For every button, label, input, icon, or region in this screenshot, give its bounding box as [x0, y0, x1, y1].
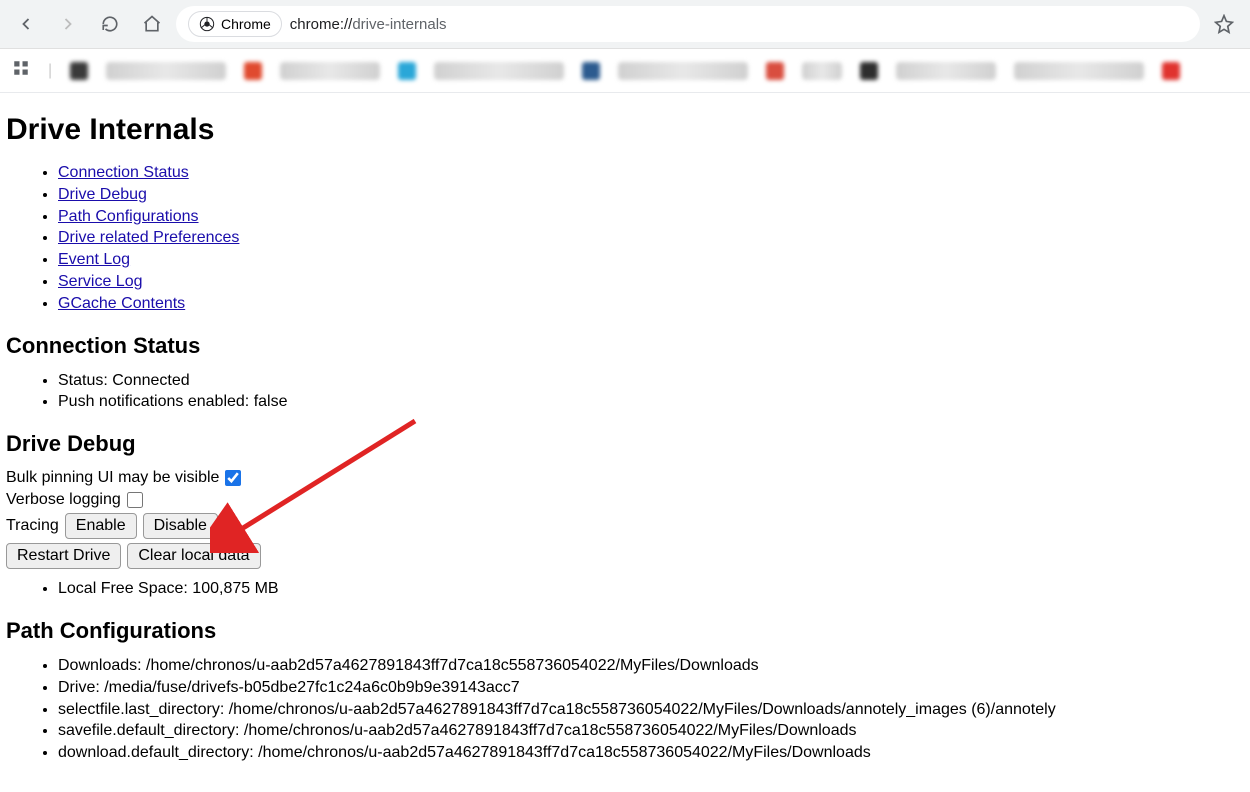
- connection-status-list: Status: Connected Push notifications ena…: [58, 371, 1244, 414]
- free-space-list: Local Free Space: 100,875 MB: [58, 579, 1244, 600]
- page-content: Drive Internals Connection Status Drive …: [0, 93, 1250, 792]
- drive-actions-row: Restart Drive Clear local data: [6, 543, 1244, 569]
- site-chip-label: Chrome: [221, 16, 271, 32]
- connection-status-heading: Connection Status: [6, 333, 1244, 359]
- bookmarks-bar: |: [0, 49, 1250, 93]
- path-savefile-default: savefile.default_directory: /home/chrono…: [58, 721, 1244, 742]
- site-chip[interactable]: Chrome: [188, 11, 282, 37]
- path-drive: Drive: /media/fuse/drivefs-b05dbe27fc1c2…: [58, 678, 1244, 699]
- toc-link-path-configurations[interactable]: Path Configurations: [58, 208, 199, 225]
- back-button[interactable]: [8, 6, 44, 42]
- bulk-pinning-row: Bulk pinning UI may be visible: [6, 469, 1244, 487]
- toc-link-connection-status[interactable]: Connection Status: [58, 164, 189, 181]
- chrome-icon: [199, 16, 215, 32]
- connection-status-value: Status: Connected: [58, 371, 1244, 392]
- toc-list: Connection Status Drive Debug Path Confi…: [58, 163, 1244, 315]
- path-selectfile-last: selectfile.last_directory: /home/chronos…: [58, 700, 1244, 721]
- bookmark-star-button[interactable]: [1206, 6, 1242, 42]
- reload-button[interactable]: [92, 6, 128, 42]
- home-button[interactable]: [134, 6, 170, 42]
- browser-toolbar: Chrome chrome://drive-internals: [0, 0, 1250, 49]
- toc-link-gcache-contents[interactable]: GCache Contents: [58, 295, 185, 312]
- path-configurations-heading: Path Configurations: [6, 618, 1244, 644]
- toc-link-event-log[interactable]: Event Log: [58, 251, 130, 268]
- path-configurations-list: Downloads: /home/chronos/u-aab2d57a46278…: [58, 656, 1244, 764]
- page-title: Drive Internals: [6, 113, 1244, 147]
- verbose-logging-row: Verbose logging: [6, 491, 1244, 509]
- verbose-logging-checkbox[interactable]: [127, 492, 143, 508]
- clear-local-data-button[interactable]: Clear local data: [127, 543, 260, 569]
- tracing-label: Tracing: [6, 517, 59, 535]
- push-notifications-value: Push notifications enabled: false: [58, 392, 1244, 413]
- bulk-pinning-label: Bulk pinning UI may be visible: [6, 469, 219, 487]
- apps-icon[interactable]: [12, 59, 30, 82]
- path-download-default: download.default_directory: /home/chrono…: [58, 743, 1244, 764]
- bulk-pinning-checkbox[interactable]: [225, 470, 241, 486]
- path-downloads: Downloads: /home/chronos/u-aab2d57a46278…: [58, 656, 1244, 677]
- url-text: chrome://drive-internals: [290, 16, 447, 33]
- forward-button[interactable]: [50, 6, 86, 42]
- address-bar[interactable]: Chrome chrome://drive-internals: [176, 6, 1200, 42]
- tracing-row: Tracing Enable Disable: [6, 513, 1244, 539]
- toc-link-drive-preferences[interactable]: Drive related Preferences: [58, 229, 239, 246]
- verbose-logging-label: Verbose logging: [6, 491, 121, 509]
- toc-link-drive-debug[interactable]: Drive Debug: [58, 186, 147, 203]
- restart-drive-button[interactable]: Restart Drive: [6, 543, 121, 569]
- tracing-enable-button[interactable]: Enable: [65, 513, 137, 539]
- local-free-space-value: Local Free Space: 100,875 MB: [58, 579, 1244, 600]
- drive-debug-heading: Drive Debug: [6, 431, 1244, 457]
- tracing-disable-button[interactable]: Disable: [143, 513, 218, 539]
- toc-link-service-log[interactable]: Service Log: [58, 273, 143, 290]
